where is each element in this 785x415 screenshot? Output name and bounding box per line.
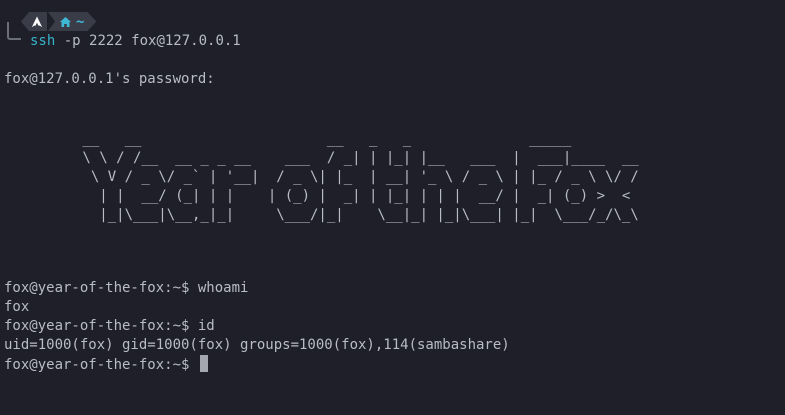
os-segment [21, 12, 47, 31]
ssh-command-args: -p 2222 fox@127.0.0.1 [55, 33, 241, 49]
shell-line-1: fox@year-of-the-fox:~$ whoami [4, 279, 248, 298]
shell-prompt: fox@year-of-the-fox:~$ [4, 357, 198, 373]
home-icon [60, 17, 71, 27]
shell-command: id [197, 318, 215, 334]
terminal-window[interactable]: ~ ssh -p 2222 fox@127.0.0.1 fox@127.0.0.… [0, 0, 785, 415]
shell-output-1: fox [4, 299, 30, 315]
ssh-command-name: ssh [30, 33, 56, 49]
dir-segment: ~ [48, 12, 96, 31]
current-dir: ~ [76, 13, 85, 30]
shell-command: whoami [197, 280, 249, 296]
arch-linux-icon [31, 16, 43, 28]
ascii-banner: __ __ __ _ _ _____ \ \ / /__ __ _ _ __ _… [82, 131, 639, 223]
shell-prompt: fox@year-of-the-fox:~$ [4, 280, 198, 296]
shell-output-2: uid=1000(fox) gid=1000(fox) groups=1000(… [4, 337, 510, 353]
prompt-header: ~ [21, 12, 96, 31]
shell-line-2: fox@year-of-the-fox:~$ id [4, 317, 215, 336]
shell-prompt: fox@year-of-the-fox:~$ [4, 318, 198, 334]
password-prompt: fox@127.0.0.1's password: [4, 71, 215, 87]
shell-line-3[interactable]: fox@year-of-the-fox:~$ [4, 355, 208, 374]
ssh-command-line: ssh -p 2222 fox@127.0.0.1 [30, 32, 241, 51]
prompt-corner-decoration [7, 22, 21, 40]
terminal-cursor [199, 355, 208, 372]
